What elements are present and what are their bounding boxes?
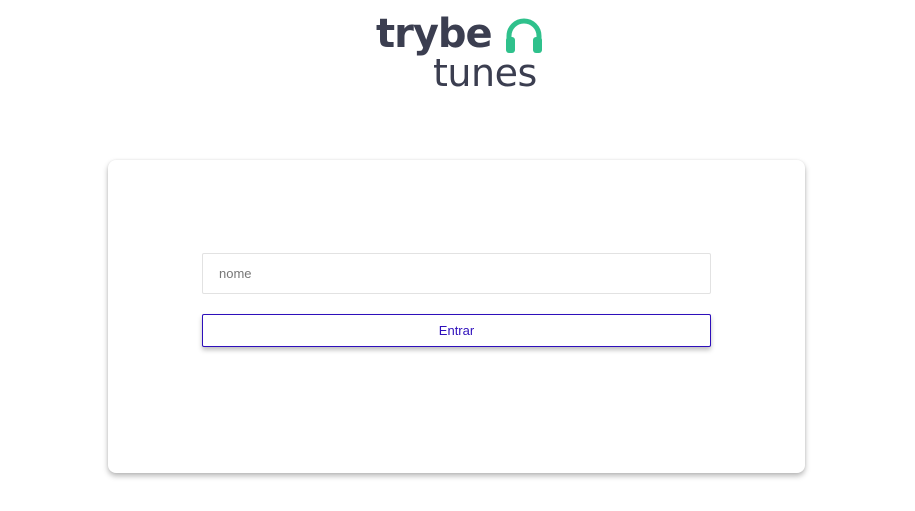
headphones-icon [506,18,542,53]
login-card: Entrar [108,160,805,473]
login-page: trybe tunes Entrar [0,0,915,511]
logo-word-tunes: tunes [433,51,537,95]
trybetunes-logo: trybe tunes [376,14,548,94]
enter-button[interactable]: Entrar [202,314,711,347]
logo-word-trybe: trybe [376,11,493,57]
name-input[interactable] [202,253,711,294]
